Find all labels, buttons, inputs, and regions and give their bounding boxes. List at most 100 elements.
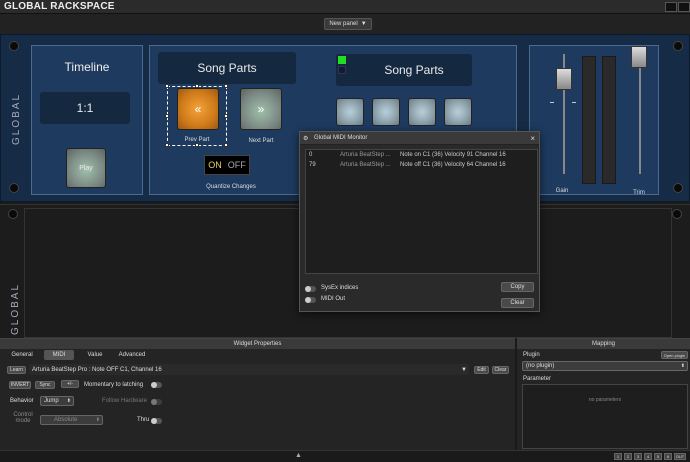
tick-mark — [550, 102, 554, 103]
part-pad-4[interactable] — [444, 98, 472, 126]
out-button[interactable]: OUT — [674, 453, 686, 460]
page-button[interactable]: 6 — [664, 453, 672, 460]
tab-value[interactable]: Value — [80, 350, 110, 360]
midi-out-toggle[interactable] — [305, 297, 316, 303]
timeline-title: Timeline — [64, 60, 110, 74]
tab-midi[interactable]: MIDI — [44, 350, 74, 360]
widget-properties-panel: Widget Properties General MIDI Value Adv… — [0, 338, 515, 450]
learn-button[interactable]: Learn — [7, 366, 26, 374]
gain-label: Gain — [555, 188, 569, 194]
behavior-label: Behavior — [10, 398, 34, 404]
midi-source-select[interactable]: Arturia BeatStep Pro : Note OFF C1, Chan… — [29, 364, 469, 375]
follow-hardware-toggle[interactable] — [151, 399, 162, 405]
page-button[interactable]: 1 — [614, 453, 622, 460]
rack-screw-icon — [673, 183, 683, 193]
invert-button[interactable]: INVERT — [9, 381, 31, 389]
copy-button[interactable]: Copy — [501, 282, 534, 292]
minimize-button[interactable] — [665, 2, 677, 12]
page-button[interactable]: 3 — [634, 453, 642, 460]
event-number: 79 — [309, 162, 316, 168]
next-part-button[interactable]: » — [240, 88, 282, 130]
panel-select[interactable]: New panel ▼ — [324, 18, 372, 30]
part-pad-3[interactable] — [408, 98, 436, 126]
event-message: Note off C1 (36) Velocity 64 Channel 16 — [400, 162, 506, 168]
trim-fader[interactable] — [631, 46, 647, 68]
resize-handle[interactable] — [224, 114, 228, 118]
page-button[interactable]: 2 — [624, 453, 632, 460]
clear-button[interactable]: Clear — [501, 298, 534, 308]
rack-screw-icon — [673, 41, 683, 51]
midi-event-list[interactable]: 0 Arturia BeatStep ... Note on C1 (36) V… — [305, 149, 538, 274]
next-part-label: Next Part — [248, 138, 274, 144]
quantize-switch[interactable]: ON OFF — [204, 155, 250, 175]
trim-fader-track — [639, 54, 641, 174]
mapping-title: Mapping — [517, 339, 690, 349]
plugin-label: Plugin — [523, 352, 540, 358]
rack-2-side-label: GLOBAL — [10, 282, 21, 335]
behavior-select[interactable]: Jump ⬍ — [40, 396, 74, 406]
part-pad-2[interactable] — [372, 98, 400, 126]
resize-handle[interactable] — [195, 143, 199, 147]
plugin-select[interactable]: (no plugin) ⬍ — [522, 361, 688, 371]
sysex-toggle[interactable] — [305, 286, 316, 292]
momentary-toggle[interactable] — [151, 382, 162, 388]
midi-monitor-titlebar[interactable]: ⚙ Global MIDI Monitor × — [300, 132, 539, 145]
close-icon[interactable]: × — [530, 134, 535, 143]
play-button[interactable]: Play — [66, 148, 106, 188]
thru-toggle[interactable] — [151, 418, 162, 424]
page-button[interactable]: 5 — [654, 453, 662, 460]
sync-button[interactable]: Sync — [35, 381, 55, 389]
sysex-label: SysEx indices — [321, 285, 359, 291]
no-parameters-text: no parameters — [588, 397, 622, 403]
part-pad-1[interactable] — [336, 98, 364, 126]
tab-advanced[interactable]: Advanced — [113, 350, 151, 360]
meter-right — [602, 56, 616, 184]
resize-handle[interactable] — [224, 84, 228, 88]
momentary-label: Momentary to latching — [84, 382, 144, 388]
rack-screw-icon — [9, 41, 19, 51]
chevron-updown-icon: ⬍ — [66, 398, 71, 404]
tick-mark — [572, 102, 576, 103]
midi-out-label: MIDI Out — [321, 296, 346, 302]
chevron-updown-icon: ⬍ — [95, 417, 100, 423]
widget-properties-title: Widget Properties — [0, 339, 515, 349]
meter-left — [582, 56, 596, 184]
collapse-icon[interactable]: ▲ — [295, 452, 302, 459]
midi-icon: ⚙ — [303, 136, 309, 142]
follow-hardware-label: Follow Hardware — [102, 398, 148, 404]
control-mode-select[interactable]: Absolute ⬍ — [40, 415, 103, 425]
parameter-label: Parameter — [523, 376, 552, 382]
maximize-button[interactable] — [678, 2, 690, 12]
song-parts-title: Song Parts — [158, 52, 296, 84]
resize-handle[interactable] — [165, 114, 169, 118]
rack-screw-icon — [672, 209, 682, 219]
thru-label: Thru — [137, 417, 150, 423]
chevron-updown-icon: ⬍ — [680, 363, 685, 369]
panel-bar: New panel ▼ — [0, 14, 690, 34]
event-message: Note on C1 (36) Velocity 91 Channel 16 — [400, 152, 506, 158]
resize-handle[interactable] — [165, 84, 169, 88]
chevron-down-icon: ▼ — [360, 21, 367, 27]
event-device: Arturia BeatStep ... — [340, 152, 391, 158]
edit-button[interactable]: Edit — [474, 366, 489, 374]
switch-on-label: ON — [208, 160, 222, 170]
behavior-value: Jump — [44, 398, 59, 404]
clear-midi-button[interactable]: Clear — [492, 366, 509, 374]
gain-fader[interactable] — [556, 68, 572, 90]
resize-handle[interactable] — [165, 143, 169, 147]
song-parts-2-title: Song Parts — [336, 54, 472, 86]
timeline-panel: Timeline 1:1 Play — [31, 45, 143, 195]
open-plugin-button[interactable]: Open plugin — [661, 351, 688, 359]
prev-part-button[interactable]: « — [177, 88, 219, 130]
inactive-led-icon — [338, 66, 346, 74]
event-number: 0 — [309, 152, 313, 158]
app-title: GLOBAL RACKSPACE — [4, 1, 115, 12]
resize-handle[interactable] — [224, 143, 228, 147]
tab-general[interactable]: General — [5, 350, 39, 360]
chevron-down-icon: ▼ — [461, 366, 467, 373]
rack-side-label: GLOBAL — [11, 92, 22, 145]
plus-minus-button[interactable]: +/- — [61, 380, 79, 388]
plugin-value: (no plugin) — [526, 363, 555, 369]
page-button[interactable]: 4 — [644, 453, 652, 460]
parameter-list[interactable]: no parameters — [522, 384, 688, 449]
